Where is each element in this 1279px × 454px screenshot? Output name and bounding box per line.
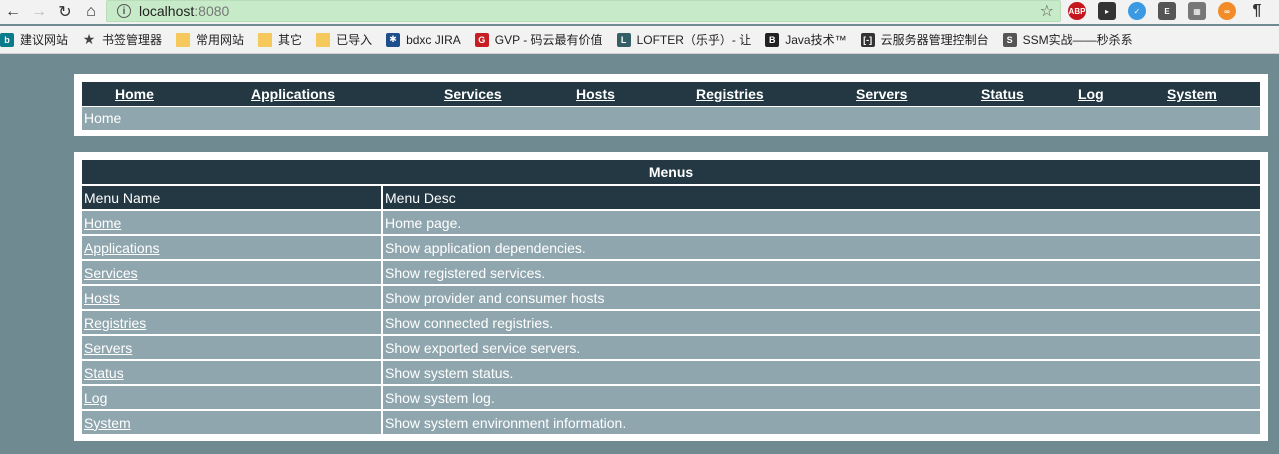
- table-row: System Show system environment informati…: [82, 410, 1260, 436]
- nav-services[interactable]: Services: [444, 86, 502, 102]
- nav-servers[interactable]: Servers: [856, 86, 907, 102]
- menu-desc: Show exported service servers.: [382, 335, 1260, 361]
- table-row: Home Home page.: [82, 210, 1260, 236]
- table-row: Log Show system log.: [82, 385, 1260, 411]
- home-icon[interactable]: ⌂: [78, 0, 104, 24]
- menu-link[interactable]: Hosts: [84, 290, 120, 306]
- bookmark-label: 已导入: [336, 33, 373, 47]
- bookmark-item[interactable]: b 建议网站: [0, 31, 68, 48]
- reload-icon[interactable]: ↻: [52, 0, 78, 24]
- nav-hosts[interactable]: Hosts: [576, 86, 615, 102]
- menu-desc: Show system status.: [382, 360, 1260, 386]
- column-header-desc: Menu Desc: [382, 185, 1260, 211]
- bookmark-label: bdxc JIRA: [406, 32, 461, 47]
- table-caption: Menus: [82, 160, 1260, 186]
- browser-toolbar: ← → ↻ ⌂ i localhost:8080 ☆ ABP ▸ ✓ E ▦ ∞…: [0, 0, 1279, 24]
- column-header-name: Menu Name: [82, 185, 383, 211]
- b-icon: B: [765, 32, 780, 47]
- table-row: Hosts Show provider and consumer hosts: [82, 285, 1260, 311]
- bookmark-item[interactable]: 常用网站: [176, 31, 244, 48]
- bookmark-label: LOFTER（乐乎）- 让: [636, 33, 752, 47]
- extension-icon[interactable]: ▸: [1098, 2, 1116, 20]
- lofter-icon: L: [616, 32, 631, 47]
- bing-icon: b: [0, 32, 14, 47]
- forward-icon[interactable]: →: [26, 0, 52, 24]
- nav-status[interactable]: Status: [981, 86, 1024, 102]
- extension-icon[interactable]: ✓: [1128, 2, 1146, 20]
- adblock-icon[interactable]: ABP: [1068, 2, 1086, 20]
- menu-desc: Show connected registries.: [382, 310, 1260, 336]
- bookmark-item[interactable]: B Java技术™: [765, 31, 847, 48]
- nav-log[interactable]: Log: [1078, 86, 1104, 102]
- bookmark-label: 常用网站: [196, 33, 245, 47]
- nav-system[interactable]: System: [1167, 86, 1217, 102]
- menu-desc: Show application dependencies.: [382, 235, 1260, 261]
- table-row: Services Show registered services.: [82, 260, 1260, 286]
- extension-icon[interactable]: ∞: [1218, 2, 1236, 20]
- address-bar[interactable]: i localhost:8080 ☆: [106, 0, 1061, 22]
- main-nav: Home Applications Services Hosts Registr…: [82, 82, 1260, 106]
- evernote-icon[interactable]: E: [1158, 2, 1176, 20]
- menus-table: Menus Menu Name Menu Desc Home Home page…: [82, 160, 1260, 436]
- menu-desc: Show provider and consumer hosts: [382, 285, 1260, 311]
- folder-icon: [176, 32, 191, 47]
- menu-desc: Show system log.: [382, 385, 1260, 411]
- bookmark-label: 书签管理器: [102, 33, 163, 47]
- table-row: Status Show system status.: [82, 360, 1260, 386]
- menu-link[interactable]: Log: [84, 390, 107, 406]
- nav-panel: Home Applications Services Hosts Registr…: [74, 74, 1268, 136]
- s-icon: S: [1002, 32, 1017, 47]
- breadcrumb: Home: [82, 107, 1260, 130]
- url-text: localhost:8080: [139, 3, 230, 19]
- menu-link[interactable]: Home: [84, 215, 121, 231]
- bookmark-label: 其它: [278, 33, 303, 47]
- menu-desc: Show system environment information.: [382, 410, 1260, 436]
- nav-home[interactable]: Home: [115, 86, 154, 102]
- bookmark-label: 建议网站: [20, 33, 69, 47]
- bookmark-item[interactable]: 已导入: [316, 31, 372, 48]
- menu-desc: Show registered services.: [382, 260, 1260, 286]
- bookmarks-bar: b 建议网站 ★ 书签管理器 常用网站 其它 已导入 ✱ bdxc JIRA G GVP - 码云最…: [0, 26, 1279, 54]
- info-icon[interactable]: i: [117, 4, 131, 18]
- gitee-icon: G: [474, 32, 489, 47]
- menu-desc: Home page.: [382, 210, 1260, 236]
- bookmark-item[interactable]: ★ 书签管理器: [82, 31, 162, 48]
- bookmark-item[interactable]: G GVP - 码云最有价值: [474, 31, 603, 48]
- menu-link[interactable]: Registries: [84, 315, 146, 331]
- bookmark-star-icon[interactable]: ☆: [1040, 1, 1054, 23]
- bookmark-item[interactable]: ✱ bdxc JIRA: [386, 32, 461, 47]
- extension-icon[interactable]: ▦: [1188, 2, 1206, 20]
- table-header-row: Menu Name Menu Desc: [82, 185, 1260, 211]
- bookmark-label: Java技术™: [785, 33, 847, 47]
- aliyun-icon: [-]: [860, 32, 875, 47]
- bookmark-item[interactable]: L LOFTER（乐乎）- 让: [616, 31, 752, 48]
- folder-icon: [316, 32, 331, 47]
- bookmark-label: GVP - 码云最有价值: [494, 33, 603, 47]
- bookmark-item[interactable]: [-] 云服务器管理控制台: [860, 31, 989, 48]
- menu-link[interactable]: Applications: [84, 240, 160, 256]
- menu-link[interactable]: System: [84, 415, 131, 431]
- bookmark-item[interactable]: 其它: [258, 31, 302, 48]
- nav-applications[interactable]: Applications: [251, 86, 335, 102]
- table-row: Servers Show exported service servers.: [82, 335, 1260, 361]
- bookmark-label: 云服务器管理控制台: [880, 33, 989, 47]
- star-icon: ★: [82, 31, 96, 47]
- table-row: Applications Show application dependenci…: [82, 235, 1260, 261]
- menu-link[interactable]: Services: [84, 265, 138, 281]
- menu-link[interactable]: Servers: [84, 340, 132, 356]
- back-icon[interactable]: ←: [0, 0, 26, 24]
- bookmark-item[interactable]: S SSM实战——秒杀系: [1002, 31, 1133, 48]
- jira-icon: ✱: [386, 32, 401, 47]
- bookmark-label: SSM实战——秒杀系: [1022, 33, 1133, 47]
- nav-registries[interactable]: Registries: [696, 86, 764, 102]
- table-row: Registries Show connected registries.: [82, 310, 1260, 336]
- folder-icon: [258, 32, 273, 47]
- menus-panel: Menus Menu Name Menu Desc Home Home page…: [74, 152, 1268, 441]
- paragraph-icon[interactable]: ¶: [1248, 2, 1266, 20]
- menu-link[interactable]: Status: [84, 365, 124, 381]
